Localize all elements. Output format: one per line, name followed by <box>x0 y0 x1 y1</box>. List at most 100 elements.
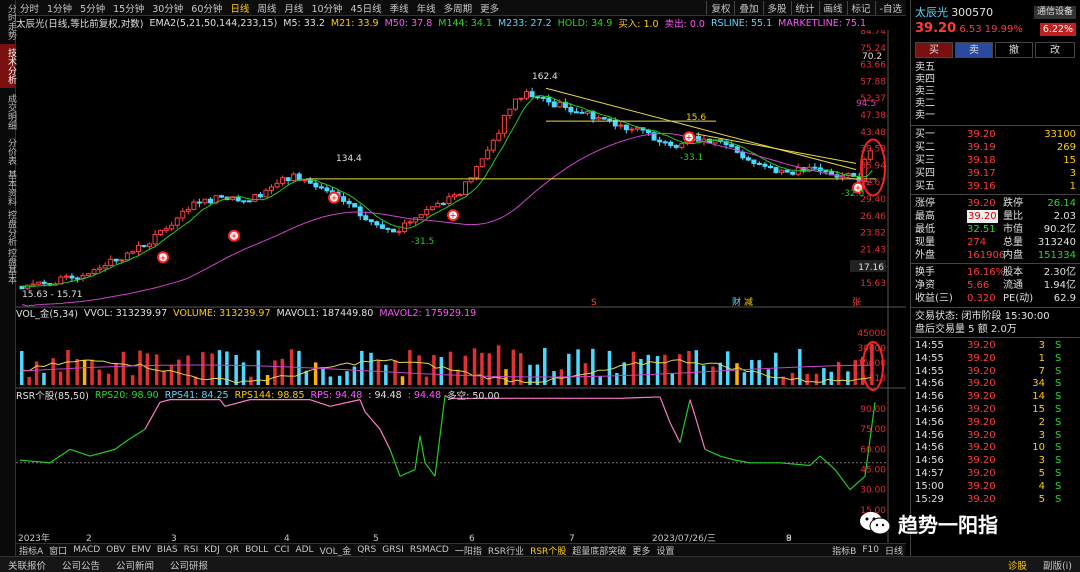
toolbar-button[interactable]: 画线 <box>818 0 847 15</box>
period-tab[interactable]: 年线 <box>413 1 440 15</box>
period-tab[interactable]: 1分钟 <box>43 1 76 15</box>
price-pct: 19.99% <box>984 24 1023 35</box>
buy-level-row[interactable]: 买一 39.20 33100 <box>915 128 1078 141</box>
indicator-tab[interactable]: 窗口 <box>46 544 70 557</box>
period-tab[interactable]: 10分钟 <box>307 1 346 15</box>
period-tab[interactable]: 30分钟 <box>148 1 187 15</box>
sell-button[interactable]: 卖 <box>955 42 993 58</box>
candle-body <box>86 273 92 277</box>
bottom-right-tab[interactable]: 日线 <box>882 544 906 557</box>
indicator-tab[interactable]: KDJ <box>201 545 223 555</box>
toolbar-button[interactable]: 标记 <box>846 0 875 15</box>
period-tab[interactable]: 月线 <box>280 1 307 15</box>
bottom-right-tab[interactable]: 指标B <box>829 544 859 557</box>
candle-body <box>607 118 613 121</box>
cancel-button[interactable]: 撤 <box>995 42 1033 58</box>
status-zhengu[interactable]: 诊股 <box>1000 558 1035 572</box>
period-tab[interactable]: 60分钟 <box>187 1 226 15</box>
status-guanlian[interactable]: 关联报价 <box>0 558 54 572</box>
period-tab[interactable]: 多周期 <box>440 1 477 15</box>
vtab-jishu[interactable]: 技术分析 <box>0 44 16 88</box>
m144-value: M144: 34.1 <box>438 17 492 29</box>
vtab-fenjia[interactable]: 分价表 <box>0 136 16 166</box>
buy-level-row[interactable]: 买五 39.16 1 <box>915 180 1078 193</box>
indicator-tab[interactable]: MACD <box>70 545 103 555</box>
candle-body <box>124 252 130 261</box>
period-tab[interactable]: 周线 <box>253 1 280 15</box>
toolbar-button[interactable]: 多股 <box>762 0 791 15</box>
indicator-tab[interactable]: RSMACD <box>407 545 452 555</box>
candle-body <box>269 186 275 191</box>
toolbar-button[interactable]: 叠加 <box>734 0 762 15</box>
tick-time: 15:29 <box>915 493 944 505</box>
tick-time: 14:56 <box>915 455 944 467</box>
volume-bar <box>201 352 205 385</box>
status-fuban[interactable]: 副版(i) <box>1035 558 1080 572</box>
buy-level-row[interactable]: 买四 39.17 3 <box>915 167 1078 180</box>
volume-bar <box>670 373 675 385</box>
indicator-tab[interactable]: QRS <box>354 545 379 555</box>
buy-level-vol: 269 <box>1056 142 1076 153</box>
candle-body <box>69 275 75 279</box>
indicator-tab[interactable]: VOL_金 <box>317 544 355 557</box>
indicator-tab[interactable]: 超量底部突破 <box>569 544 629 557</box>
indicator-tab[interactable]: OBV <box>103 545 128 555</box>
stat-value: 32.51 <box>967 224 996 235</box>
vtab-kongpan[interactable]: 控盘分析 <box>0 210 16 246</box>
candle-body <box>812 166 818 169</box>
kline-chart[interactable]: ++++++134.4162.415.6-31.5-33.1-32.015.63… <box>16 30 906 543</box>
buy-button[interactable]: 买 <box>915 42 953 58</box>
indicator-tab[interactable]: CCI <box>271 545 292 555</box>
indicator-tab[interactable]: RSR个股 <box>527 544 569 557</box>
toolbar-button[interactable]: 统计 <box>790 0 819 15</box>
buy-level-row[interactable]: 买二 39.19 269 <box>915 141 1078 154</box>
indicator-tab[interactable]: QR <box>223 545 242 555</box>
period-tab[interactable]: 季线 <box>386 1 413 15</box>
indicator-tab[interactable]: 指标A <box>16 544 46 557</box>
stat-value: 2.30亿 <box>1043 267 1076 278</box>
vtab-fenshi[interactable]: 分时走势 <box>0 2 16 42</box>
indicator-tab[interactable]: 更多 <box>629 544 653 557</box>
volume-bar <box>591 348 595 385</box>
indicator-tab[interactable]: 一阳指 <box>452 544 485 557</box>
buy-level-row[interactable]: 买三 39.18 15 <box>915 154 1078 167</box>
sell-level-label: 卖五 <box>915 62 935 73</box>
buy-signal-icon: + <box>160 253 167 262</box>
period-tab[interactable]: 15分钟 <box>109 1 148 15</box>
vtab-kongpan-jiben[interactable]: 控盘基本 <box>0 248 16 284</box>
candle-body <box>790 171 796 175</box>
indicator-tab[interactable]: 设置 <box>653 544 677 557</box>
vtab-jiben[interactable]: 基本资料 <box>0 168 16 208</box>
m233-value: M233: 27.2 <box>497 17 552 29</box>
date-tick: 4 <box>284 534 290 543</box>
sector-tag[interactable]: 通信设备 <box>1033 6 1076 19</box>
period-tab[interactable]: 分时 <box>16 1 43 15</box>
toolbar-button[interactable]: 复权 <box>706 0 734 15</box>
modify-button[interactable]: 改 <box>1035 42 1075 58</box>
period-tab[interactable]: 5分钟 <box>76 1 109 15</box>
indicator-tab[interactable]: EMV <box>128 545 154 555</box>
rps-line <box>379 428 391 450</box>
toolbar-button[interactable]: -自选 <box>874 0 906 15</box>
buy-signal-icon: + <box>450 211 457 220</box>
period-tab[interactable]: 45日线 <box>347 1 386 15</box>
vtab-chengjiao[interactable]: 成交明细 <box>0 90 16 134</box>
indicator-tab[interactable]: RSR行业 <box>485 544 527 557</box>
tick-row: 14:56 39.20 10 S <box>915 442 1078 454</box>
range-label: 15.63 - 15.71 <box>22 290 83 300</box>
indicator-tab[interactable]: ADL <box>292 545 316 555</box>
period-tab[interactable]: 日线 <box>226 1 253 15</box>
status-yanbao[interactable]: 公司研报 <box>162 558 216 572</box>
vol-tick: 15000 <box>857 359 886 369</box>
indicator-tab[interactable]: BOLL <box>242 545 271 555</box>
candle-body <box>463 181 469 196</box>
indicator-tab[interactable]: BIAS <box>154 545 181 555</box>
status-xinwen[interactable]: 公司新闻 <box>108 558 162 572</box>
candle-body <box>424 209 430 216</box>
candle-body <box>191 201 197 210</box>
status-gonggao[interactable]: 公司公告 <box>54 558 108 572</box>
period-tab[interactable]: 更多 <box>476 1 503 15</box>
indicator-tab[interactable]: GRSI <box>379 545 407 555</box>
bottom-right-tab[interactable]: F10 <box>859 545 882 555</box>
indicator-tab[interactable]: RSI <box>181 545 202 555</box>
